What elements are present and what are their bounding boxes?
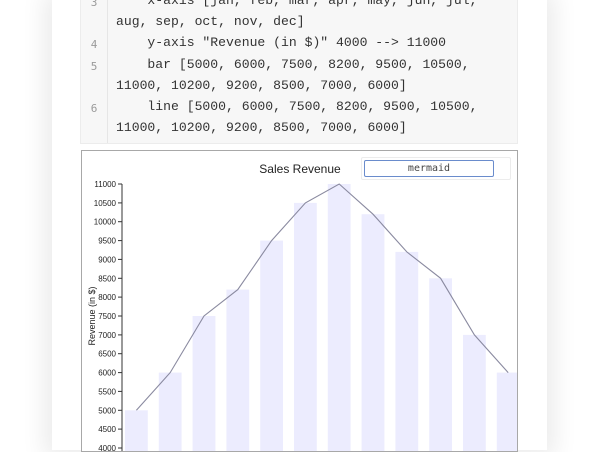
chart-preview: 4000 4500 5000 5500 6000 6500 7000 7500 8000 8500…	[81, 150, 518, 452]
y-tick-label: 10000	[94, 218, 117, 227]
code-line: aug, sep, oct, nov, dec]	[116, 14, 305, 29]
chart-bar	[294, 202, 317, 451]
chart-line-series	[135, 183, 509, 411]
line-number-gutter: 3 4 5 6	[81, 0, 108, 143]
y-tick-label: 6000	[98, 369, 116, 378]
y-tick-label: 6500	[98, 350, 116, 359]
line-number: 4	[90, 38, 98, 51]
chart-bar	[327, 184, 351, 451]
chart-bar	[496, 372, 517, 451]
chart-bar	[192, 316, 216, 451]
line-number: 3	[90, 0, 98, 9]
chart-bar	[463, 334, 486, 451]
y-tick-label: 9500	[98, 237, 116, 246]
chart-title: Sales Revenue	[259, 162, 341, 176]
y-tick-label: 7000	[98, 331, 116, 340]
chart-bar	[361, 214, 385, 451]
y-tick-label: 10500	[94, 199, 117, 208]
code-line: 11000, 10200, 9200, 8500, 7000, 6000]	[116, 78, 407, 93]
y-tick-label: 8000	[98, 293, 116, 302]
chart-bar	[260, 240, 283, 451]
code-line: 11000, 10200, 9200, 8500, 7000, 6000]	[116, 120, 407, 135]
code-block: 3 4 5 6 x-axis [jan, feb, mar, apr, may,…	[80, 0, 518, 144]
language-selector	[361, 157, 511, 180]
language-input[interactable]	[364, 160, 494, 177]
chart-svg: 4000 4500 5000 5500 6000 6500 7000 7500 8000 8500…	[87, 162, 517, 452]
y-tick-label: 9000	[98, 255, 116, 264]
y-tick-label: 5000	[98, 406, 116, 415]
chart-bar	[429, 278, 452, 451]
y-tick-label: 7500	[98, 312, 116, 321]
code-line: y-axis "Revenue (in $)" 4000 --> 11000	[116, 35, 447, 50]
chart-bar	[395, 251, 419, 451]
code-line: x-axis [jan, feb, mar, apr, may, jun, ju…	[116, 0, 478, 8]
code-line: line [5000, 6000, 7500, 8200, 9500, 1050…	[116, 99, 478, 114]
y-tick-label: 5500	[98, 387, 116, 396]
chart-bar	[125, 410, 148, 451]
y-axis-label: Revenue (in $)	[87, 286, 97, 345]
y-tick-label: 11000	[94, 180, 116, 189]
y-tick-label: 4500	[98, 425, 116, 434]
y-tick-label: 8500	[98, 274, 116, 283]
chart-bar	[226, 289, 250, 451]
y-tick-label: 4000	[98, 444, 116, 452]
line-number: 5	[90, 60, 98, 73]
chart-bar	[158, 372, 182, 451]
code-line: bar [5000, 6000, 7500, 8200, 9500, 10500…	[116, 57, 470, 72]
line-number: 6	[90, 102, 98, 115]
